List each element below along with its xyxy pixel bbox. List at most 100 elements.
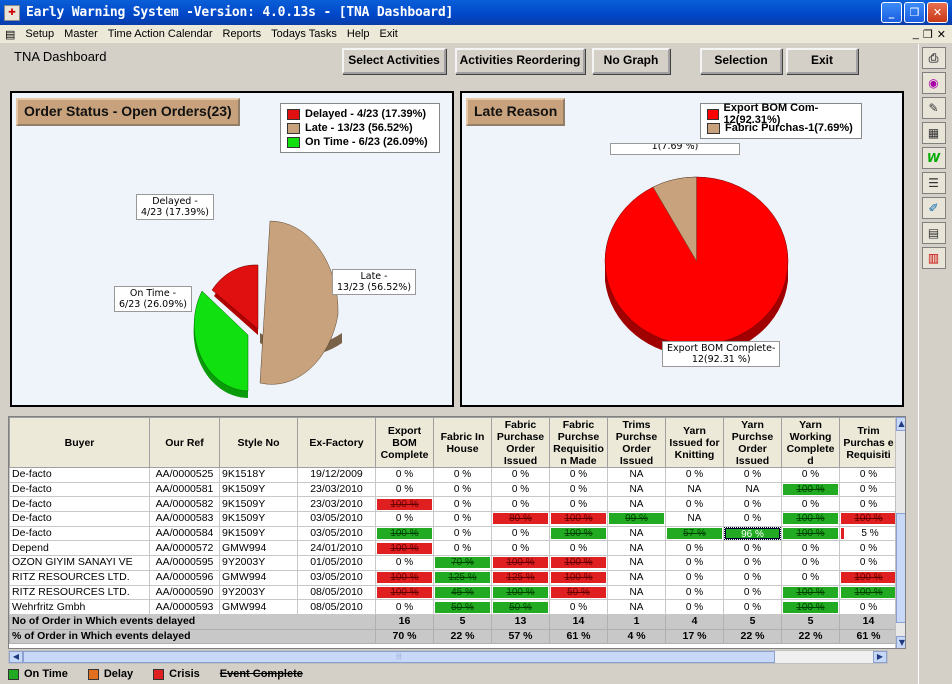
cell-event[interactable]: 0 % — [433, 525, 492, 542]
cell-event[interactable]: 57 % — [665, 525, 724, 542]
cell-ref[interactable]: AA/0000581 — [149, 481, 220, 498]
cell-event[interactable]: 0 % — [549, 481, 608, 498]
cell-exf[interactable]: 03/05/2010 — [297, 511, 376, 527]
cell-event[interactable]: 0 % — [549, 496, 608, 513]
cell-event[interactable]: 0 % — [665, 599, 724, 615]
cell-event[interactable]: NA — [607, 599, 666, 615]
cell-ref[interactable]: AA/0000595 — [149, 555, 220, 571]
cell-exf[interactable]: 08/05/2010 — [297, 599, 376, 615]
cell-style[interactable]: 9Y2003Y — [219, 584, 298, 601]
cell-event[interactable]: 100 % — [375, 525, 434, 542]
vertical-scroll-thumb[interactable] — [896, 513, 905, 623]
cell-event[interactable]: 0 % — [375, 511, 434, 527]
cell-buyer[interactable]: RITZ RESOURCES LTD. — [9, 584, 150, 601]
cell-buyer[interactable]: Depend — [9, 540, 150, 557]
table-row[interactable]: Wehrfritz Gmbh AA/0000593 GMW994 08/05/2010… — [9, 599, 898, 615]
cell-event[interactable]: 100 % — [781, 584, 840, 601]
cell-buyer[interactable]: OZON GIYIM SANAYI VE — [9, 555, 150, 571]
table-row[interactable]: De-facto AA/0000584 9K1509Y 03/05/2010 100 %… — [9, 525, 898, 542]
cell-event[interactable]: 0 % — [839, 599, 898, 615]
cell-event[interactable]: 0 % — [549, 467, 608, 483]
tool-word-icon[interactable]: W — [921, 147, 946, 169]
cell-event[interactable]: 0 % — [839, 496, 898, 513]
cell-event[interactable]: 0 % — [781, 496, 840, 513]
cell-event[interactable]: 0 % — [723, 540, 782, 557]
cell-event[interactable]: NA — [665, 511, 724, 527]
close-button[interactable]: ✕ — [927, 2, 948, 23]
table-row[interactable]: RITZ RESOURCES LTD. AA/0000596 GMW994 03/05… — [9, 569, 898, 586]
cell-ref[interactable]: AA/0000572 — [149, 540, 220, 557]
cell-event[interactable]: 0 % — [723, 467, 782, 483]
cell-style[interactable]: 9K1509Y — [219, 481, 298, 498]
cell-ref[interactable]: AA/0000590 — [149, 584, 220, 601]
col-header[interactable]: Yarn Issued for Knitting — [665, 417, 724, 468]
menu-todays-tasks[interactable]: Todays Tasks — [266, 28, 342, 40]
cell-event[interactable]: 0 % — [723, 511, 782, 527]
col-header[interactable]: Buyer — [9, 417, 150, 468]
cell-event[interactable]: 0 % — [491, 467, 550, 483]
cell-event[interactable]: 100 % — [549, 525, 608, 542]
mdi-restore-icon[interactable]: ❐ — [923, 28, 933, 41]
restore-button[interactable]: ❐ — [904, 2, 925, 23]
select-activities-button[interactable]: Select Activities — [342, 48, 446, 74]
cell-event[interactable]: NA — [723, 481, 782, 498]
mdi-doc-icon[interactable]: ▤ — [0, 28, 20, 41]
cell-exf[interactable]: 03/05/2010 — [297, 525, 376, 542]
cell-event[interactable]: 0 % — [839, 540, 898, 557]
cell-event[interactable]: 100 % — [839, 569, 898, 586]
cell-event[interactable]: 80 % — [491, 511, 550, 527]
cell-ref[interactable]: AA/0000583 — [149, 511, 220, 527]
cell-event[interactable]: 0 % — [839, 555, 898, 571]
activities-reordering-button[interactable]: Activities Reordering — [455, 48, 585, 74]
cell-event[interactable]: 100 % — [781, 481, 840, 498]
cell-event[interactable]: 0 % — [491, 481, 550, 498]
cell-exf[interactable]: 24/01/2010 — [297, 540, 376, 557]
tool-report-icon[interactable]: ◉ — [921, 72, 946, 94]
exit-button[interactable]: Exit — [786, 48, 858, 74]
cell-event[interactable]: 100 % — [491, 555, 550, 571]
cell-event[interactable]: 0 % — [665, 496, 724, 513]
cell-event[interactable]: 100 % — [375, 496, 434, 513]
scroll-down-arrow-icon[interactable]: ▼ — [896, 636, 905, 648]
cell-event[interactable]: 96 % — [723, 525, 782, 542]
cell-event[interactable]: NA — [607, 569, 666, 586]
cell-event[interactable]: 100 % — [549, 569, 608, 586]
cell-ref[interactable]: AA/0000593 — [149, 599, 220, 615]
cell-event[interactable]: 0 % — [433, 496, 492, 513]
table-row[interactable]: De-facto AA/0000525 9K1518Y 19/12/2009 0 % 0 … — [9, 467, 898, 483]
cell-event[interactable]: 0 % — [433, 511, 492, 527]
menu-master[interactable]: Master — [59, 28, 103, 40]
tool-chart-icon[interactable]: ▥ — [921, 247, 946, 269]
cell-event[interactable]: 0 % — [723, 569, 782, 586]
cell-style[interactable]: 9K1509Y — [219, 525, 298, 542]
cell-event[interactable]: 0 % — [375, 467, 434, 483]
cell-event[interactable]: 50 % — [491, 599, 550, 615]
tool-edit-icon[interactable]: ✎ — [921, 97, 946, 119]
cell-exf[interactable]: 03/05/2010 — [297, 569, 376, 586]
menu-reports[interactable]: Reports — [218, 28, 267, 40]
cell-event[interactable]: 0 % — [665, 467, 724, 483]
cell-event[interactable]: NA — [607, 540, 666, 557]
cell-event[interactable]: 0 % — [665, 584, 724, 601]
cell-event[interactable]: NA — [607, 555, 666, 571]
mdi-minimize-icon[interactable]: _ — [913, 28, 919, 41]
col-header[interactable]: Fabric Purchse Requisitio n Made — [549, 417, 608, 468]
cell-event[interactable]: 100 % — [491, 584, 550, 601]
table-row[interactable]: De-facto AA/0000581 9K1509Y 23/03/2010 0 % 0 … — [9, 481, 898, 498]
menu-help[interactable]: Help — [342, 28, 375, 40]
cell-exf[interactable]: 23/03/2010 — [297, 481, 376, 498]
cell-event[interactable]: 0 % — [375, 599, 434, 615]
menu-exit[interactable]: Exit — [375, 28, 403, 40]
selection-button[interactable]: Selection — [700, 48, 782, 74]
cell-event[interactable]: 0 % — [549, 599, 608, 615]
cell-event[interactable]: 0 % — [665, 569, 724, 586]
cell-event[interactable]: 0 % — [375, 555, 434, 571]
cell-ref[interactable]: AA/0000584 — [149, 525, 220, 542]
cell-style[interactable]: GMW994 — [219, 569, 298, 586]
cell-event[interactable]: 100 % — [839, 584, 898, 601]
cell-event[interactable]: 0 % — [665, 540, 724, 557]
cell-event[interactable]: 50 % — [549, 584, 608, 601]
cell-buyer[interactable]: De-facto — [9, 481, 150, 498]
scroll-right-arrow-icon[interactable]: ▶ — [873, 651, 887, 663]
cell-event[interactable]: 45 % — [433, 584, 492, 601]
